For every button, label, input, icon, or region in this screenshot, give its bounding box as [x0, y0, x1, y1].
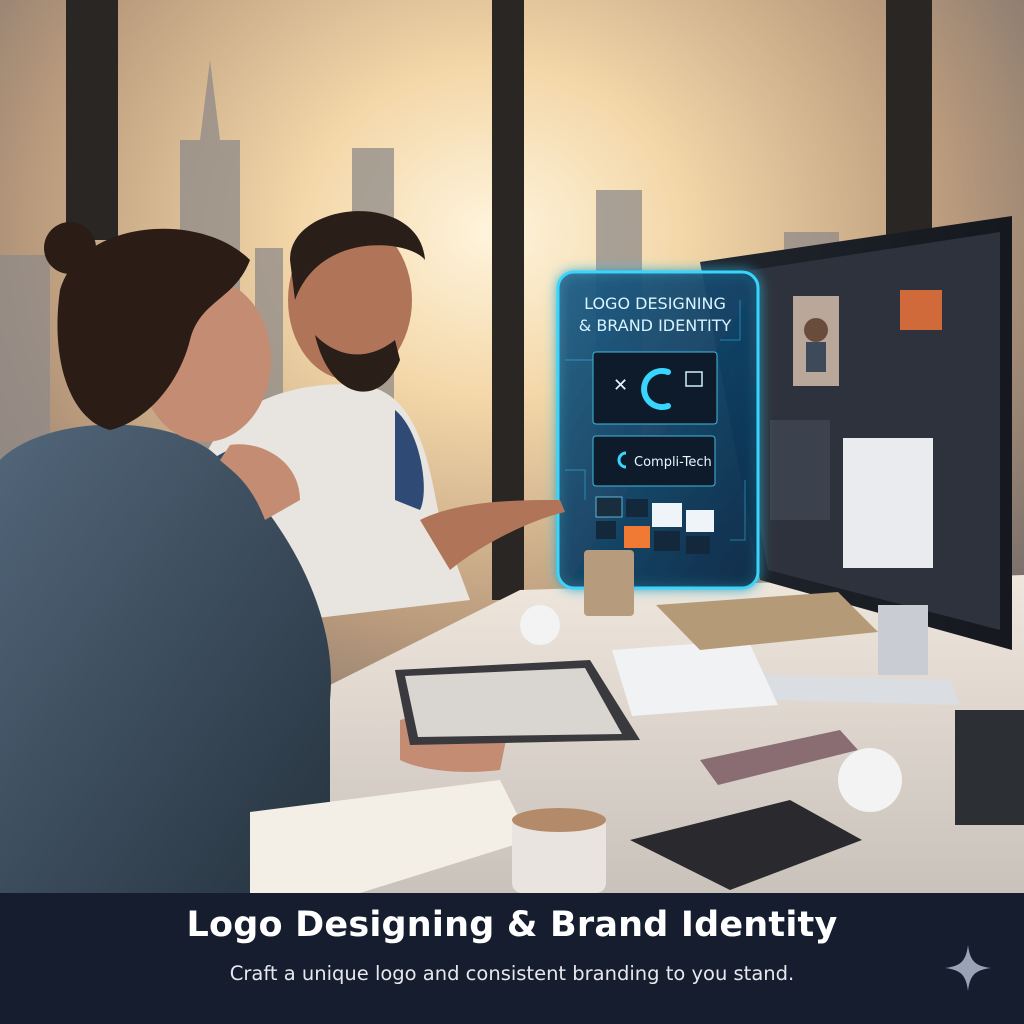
- photo-scene: LOGO DESIGNING & BRAND IDENTITY ✕ Compli…: [0, 0, 1024, 893]
- caption-title: Logo Designing & Brand Identity: [186, 905, 838, 945]
- hologram-logo-card: [592, 351, 718, 425]
- crumpled-paper-small: [520, 605, 560, 645]
- hologram-heading-2: & BRAND IDENTITY: [579, 316, 732, 335]
- crumpled-paper: [838, 748, 902, 812]
- hologram-heading-1: LOGO DESIGNING: [584, 294, 726, 313]
- pen-holder: [584, 550, 634, 616]
- x-mark-icon: ✕: [613, 375, 628, 396]
- pencil-cup: [955, 710, 1024, 825]
- scene-illustration: LOGO DESIGNING & BRAND IDENTITY ✕ Compli…: [0, 0, 1024, 893]
- four-point-sparkle-icon: [945, 945, 991, 991]
- caption-subtitle: Craft a unique logo and consistent brand…: [229, 962, 795, 985]
- monitor-card: [843, 438, 933, 568]
- keyboard: [612, 640, 778, 716]
- hologram-brand-name: Compli-Tech: [634, 455, 712, 470]
